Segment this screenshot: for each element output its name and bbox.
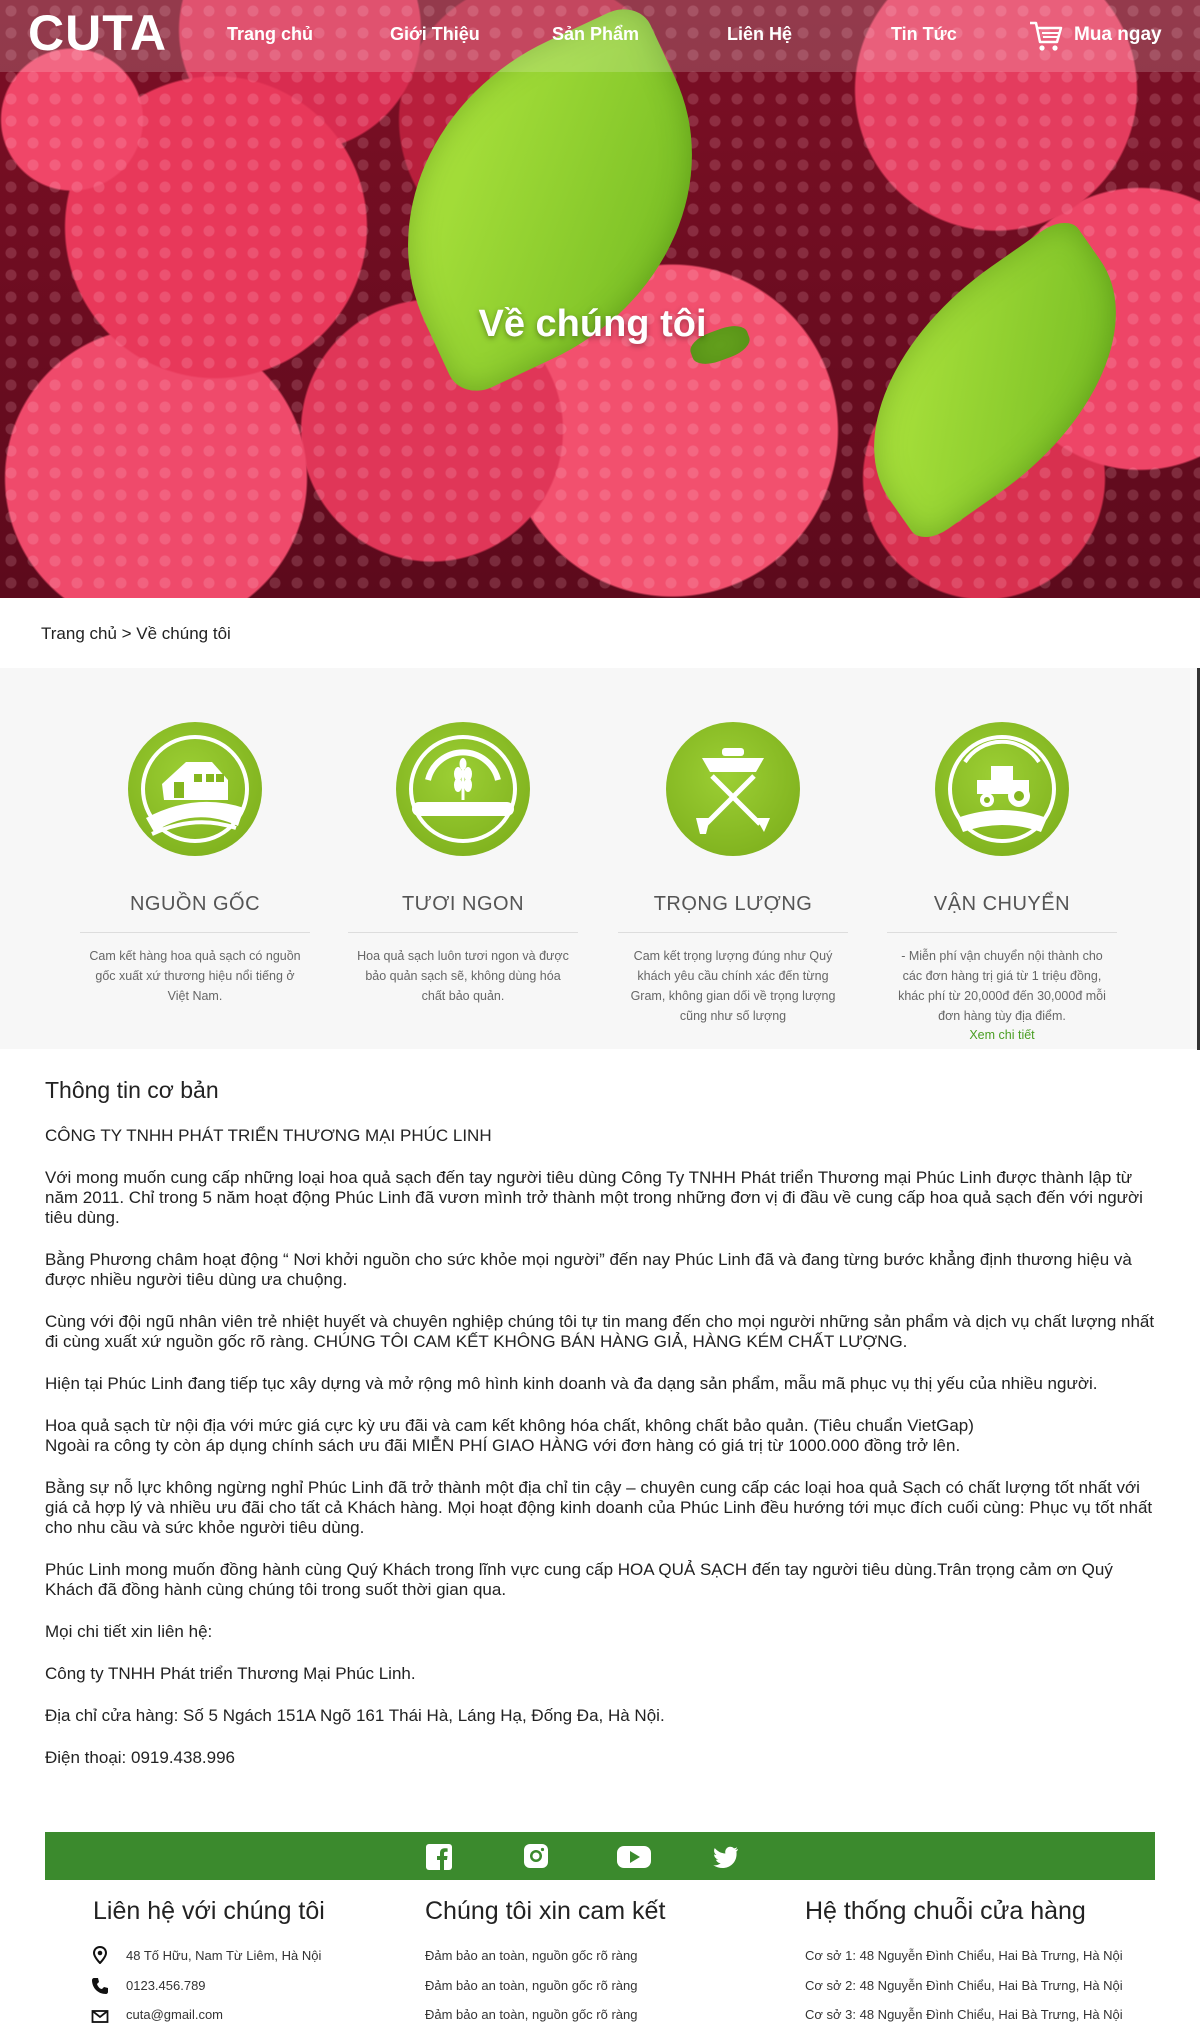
instagram-icon[interactable]	[522, 1844, 550, 1870]
tools-icon	[666, 722, 800, 856]
footer-commit-title: Chúng tôi xin cam kết	[425, 1897, 666, 1925]
map-pin-icon	[92, 1946, 108, 1964]
paragraph: Mọi chi tiết xin liên hệ:	[45, 1622, 213, 1641]
nav-item-home[interactable]: Trang chủ	[227, 24, 313, 45]
footer-commit-item: Đảm bảo an toàn, nguồn gốc rõ ràng	[425, 2007, 638, 2022]
paragraph: Hoa quả sạch từ nội địa với mức giá cực …	[45, 1416, 1155, 1456]
footer-commit-item: Đảm bảo an toàn, nguồn gốc rõ ràng	[425, 1978, 638, 1993]
divider	[348, 932, 578, 933]
paragraph: Công ty TNHH Phát triển Thương Mại Phúc …	[45, 1664, 416, 1683]
buy-now-link[interactable]: Mua ngay	[1074, 24, 1162, 46]
paragraph: Cùng với đội ngũ nhân viên trẻ nhiệt huy…	[45, 1312, 1155, 1351]
divider	[887, 932, 1117, 933]
section-heading: Thông tin cơ bản	[45, 1077, 219, 1103]
feature-title: VẬN CHUYỂN	[933, 893, 1071, 915]
divider	[80, 932, 310, 933]
paragraph: Hiện tại Phúc Linh đang tiếp tục xây dựn…	[45, 1374, 1098, 1393]
paragraph: Bằng sự nỗ lực không ngừng nghỉ Phúc Lin…	[45, 1478, 1153, 1537]
paragraph-line: Hoa quả sạch từ nội địa với mức giá cực …	[45, 1416, 974, 1435]
farm-house-icon	[128, 722, 262, 856]
footer-address: 48 Tố Hữu, Nam Từ Liêm, Hà Nội	[126, 1948, 322, 1963]
paragraph: Địa chỉ cửa hàng: Số 5 Ngách 151A Ngõ 16…	[45, 1706, 665, 1725]
divider	[618, 932, 848, 933]
footer-contact-title: Liên hệ với chúng tôi	[93, 1897, 325, 1925]
feature-title: TƯƠI NGON	[401, 893, 525, 915]
cart-icon[interactable]	[1028, 18, 1064, 54]
hero-title: Về chúng tôi	[478, 303, 707, 345]
youtube-icon[interactable]	[617, 1844, 651, 1870]
features-section: NGUỒN GỐC Cam kết hàng hoa quả sạch có n…	[0, 668, 1200, 1049]
paragraph-line: Ngoài ra công ty còn áp dụng chính sách …	[45, 1436, 961, 1455]
breadcrumb[interactable]: Trang chủ > Về chúng tôi	[41, 624, 231, 644]
feature-desc: - Miễn phí vận chuyển nội thành cho các …	[898, 949, 1106, 1023]
twitter-icon[interactable]	[711, 1844, 739, 1870]
footer-store-item[interactable]: Cơ sở 1: 48 Nguyễn Đình Chiểu, Hai Bà Tr…	[805, 1948, 1123, 1963]
paragraph: Điện thoại: 0919.438.996	[45, 1748, 235, 1767]
feature-title: NGUỒN GỐC	[129, 893, 261, 915]
footer-phone[interactable]: 0123.456.789	[126, 1978, 206, 1993]
footer-stores-title: Hệ thống chuỗi cửa hàng	[805, 1897, 1086, 1925]
nav-item-about[interactable]: Giới Thiệu	[390, 24, 480, 45]
about-content: Thông tin cơ bản CÔNG TY TNHH PHÁT TRIỂN…	[45, 1077, 1155, 1790]
footer-commit-item: Đảm bảo an toàn, nguồn gốc rõ ràng	[425, 1948, 638, 1963]
top-navbar: CUTA Trang chủ Giới Thiệu Sản Phẩm Liên …	[0, 0, 1200, 72]
footer-email[interactable]: cuta@gmail.com	[126, 2007, 223, 2022]
logo[interactable]: CUTA	[28, 4, 167, 62]
company-name: CÔNG TY TNHH PHÁT TRIỂN THƯƠNG MẠI PHÚC …	[45, 1126, 492, 1145]
feature-desc: Cam kết trọng lượng đúng như Quý khách y…	[630, 949, 836, 1023]
feature-desc: Hoa quả sạch luôn tươi ngon và được bảo …	[357, 949, 569, 1003]
nav-item-products[interactable]: Sản Phẩm	[552, 24, 639, 45]
feature-desc: Cam kết hàng hoa quả sạch có nguồn gốc x…	[89, 949, 301, 1003]
see-more-link[interactable]: Xem chi tiết	[887, 1028, 1117, 1042]
feature-title: TRỌNG LƯỢNG	[653, 893, 813, 915]
email-icon	[91, 2010, 109, 2023]
nav-item-news[interactable]: Tin Tức	[891, 24, 957, 45]
footer-store-item[interactable]: Cơ sở 2: 48 Nguyễn Đình Chiểu, Hai Bà Tr…	[805, 1978, 1123, 1993]
social-bar	[45, 1832, 1155, 1880]
wheat-icon	[396, 722, 530, 856]
paragraph: Bằng Phương châm hoạt động “ Nơi khởi ng…	[45, 1250, 1132, 1289]
paragraph: Với mong muốn cung cấp những loại hoa qu…	[45, 1168, 1143, 1227]
paragraph: Phúc Linh mong muốn đồng hành cùng Quý K…	[45, 1560, 1113, 1599]
tractor-icon	[935, 722, 1069, 856]
hero-banner: Về chúng tôi	[0, 0, 1200, 598]
phone-icon	[92, 1978, 108, 1994]
facebook-icon[interactable]	[425, 1844, 453, 1870]
nav-item-contact[interactable]: Liên Hệ	[727, 24, 792, 45]
footer-store-item[interactable]: Cơ sở 3: 48 Nguyễn Đình Chiểu, Hai Bà Tr…	[805, 2007, 1123, 2022]
